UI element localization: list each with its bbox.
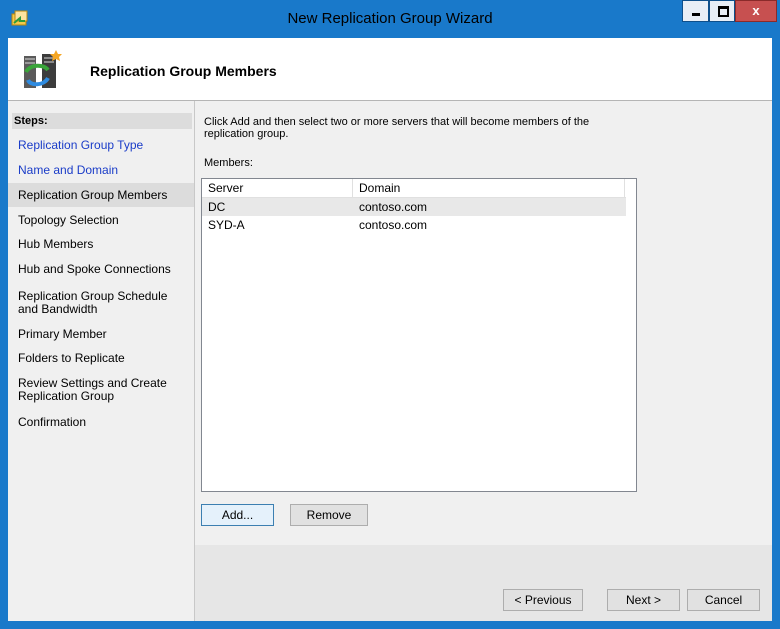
step-confirmation: Confirmation: [18, 415, 87, 429]
column-header-domain[interactable]: Domain: [353, 179, 625, 197]
wizard-body: Steps: Replication Group Type Name and D…: [8, 101, 772, 621]
step-name-and-domain[interactable]: Name and Domain: [8, 164, 194, 177]
cell-domain: contoso.com: [359, 218, 428, 232]
cancel-button[interactable]: Cancel: [687, 589, 760, 611]
title-bar[interactable]: New Replication Group Wizard x: [0, 0, 780, 38]
step-topology-selection: Topology Selection: [18, 213, 119, 227]
steps-heading: Steps:: [12, 113, 192, 129]
step-folders-to-replicate: Folders to Replicate: [18, 351, 125, 365]
page-title: Replication Group Members: [90, 63, 277, 79]
step-hub-members: Hub Members: [18, 237, 94, 251]
cell-server: DC: [208, 200, 226, 214]
next-button[interactable]: Next >: [607, 589, 680, 611]
previous-button[interactable]: < Previous: [503, 589, 583, 611]
button-bar: [195, 545, 772, 621]
step-primary-member: Primary Member: [18, 327, 107, 341]
step-replication-group-type[interactable]: Replication Group Type: [8, 139, 194, 152]
step-review-settings: Review Settings and Create Replication G…: [18, 376, 167, 403]
steps-pane: Steps: Replication Group Type Name and D…: [8, 101, 195, 621]
remove-button[interactable]: Remove: [290, 504, 368, 526]
members-list[interactable]: Server Domain DC contoso.com SYD-A conto…: [201, 178, 637, 492]
content-pane: Click Add and then select two or more se…: [195, 101, 772, 621]
server-replication-icon: [24, 50, 62, 88]
cell-domain: contoso.com: [359, 200, 428, 214]
step-replication-group-members: Replication Group Members: [8, 183, 194, 207]
list-header: Server Domain: [202, 179, 626, 198]
table-row[interactable]: DC contoso.com: [202, 198, 626, 216]
instructions-text: Click Add and then select two or more se…: [204, 116, 590, 140]
maximize-button[interactable]: [709, 0, 735, 22]
close-button[interactable]: x: [735, 0, 777, 22]
add-button[interactable]: Add...: [201, 504, 274, 526]
close-icon: x: [752, 3, 760, 18]
step-hub-and-spoke-connections: Hub and Spoke Connections: [18, 262, 171, 276]
minimize-button[interactable]: [682, 0, 709, 22]
table-row[interactable]: SYD-A contoso.com: [202, 216, 626, 234]
wizard-header: Replication Group Members: [8, 38, 772, 101]
wizard-window: New Replication Group Wizard x Replicati…: [0, 0, 780, 629]
window-title: New Replication Group Wizard: [287, 10, 493, 27]
step-replication-group-schedule: Replication Group Schedule and Bandwidth: [18, 289, 168, 316]
members-label: Members:: [204, 157, 253, 169]
column-header-server[interactable]: Server: [202, 179, 353, 197]
cell-server: SYD-A: [208, 218, 245, 232]
